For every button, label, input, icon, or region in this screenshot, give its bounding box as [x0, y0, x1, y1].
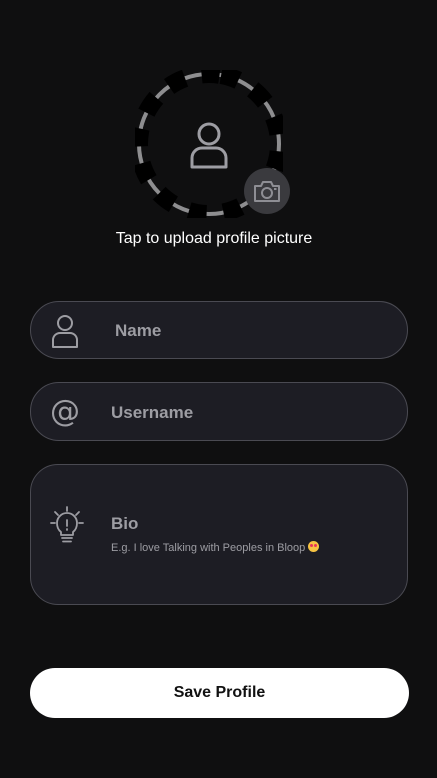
bio-field[interactable]: Bio E.g. I love Talking with Peoples in …: [30, 464, 408, 605]
person-icon: [187, 120, 231, 170]
bio-placeholder-text: E.g. I love Talking with Peoples in Bloo…: [111, 542, 306, 554]
bio-input[interactable]: E.g. I love Talking with Peoples in Bloo…: [111, 541, 320, 554]
bio-label: Bio: [111, 514, 139, 533]
name-field[interactable]: Name: [30, 301, 408, 359]
profile-picture-upload[interactable]: [135, 70, 290, 218]
username-input[interactable]: Username: [111, 403, 193, 423]
person-icon: [49, 313, 81, 349]
camera-button[interactable]: [244, 168, 290, 214]
star-struck-emoji-icon: [308, 541, 320, 552]
name-input[interactable]: Name: [115, 321, 161, 341]
camera-icon: [253, 179, 281, 203]
lightbulb-icon: [49, 505, 85, 545]
upload-caption[interactable]: Tap to upload profile picture: [0, 230, 428, 248]
username-field[interactable]: @ Username: [30, 382, 408, 441]
save-profile-button[interactable]: Save Profile: [30, 668, 409, 718]
at-icon: @: [50, 394, 80, 429]
